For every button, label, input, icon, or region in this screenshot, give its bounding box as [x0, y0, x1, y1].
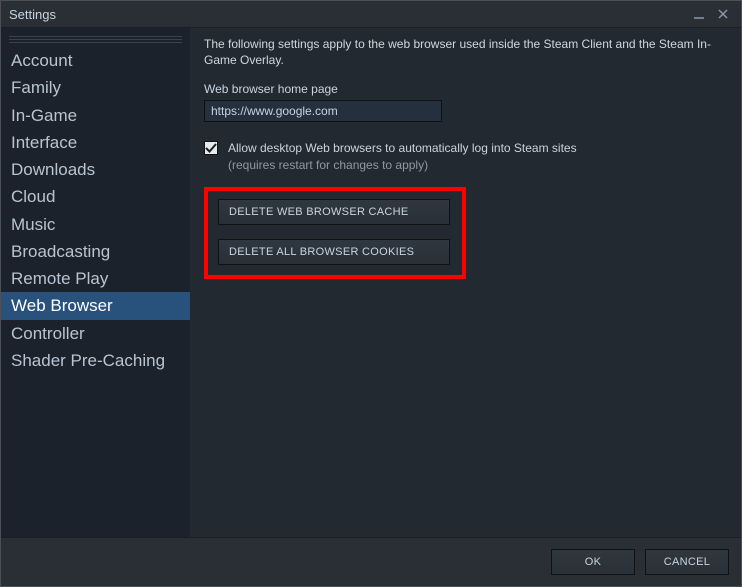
annotation-highlight: DELETE WEB BROWSER CACHE DELETE ALL BROW…: [204, 187, 466, 279]
autologin-checkbox[interactable]: [204, 141, 218, 155]
autologin-sub-text: (requires restart for changes to apply): [228, 158, 428, 172]
sidebar-item-interface[interactable]: Interface: [1, 129, 190, 156]
dialog-footer: OK CANCEL: [1, 538, 741, 586]
sidebar-item-account[interactable]: Account: [1, 47, 190, 74]
settings-sidebar: Account Family In-Game Interface Downloa…: [1, 28, 190, 537]
sidebar-item-label: Music: [11, 215, 55, 234]
sidebar-item-cloud[interactable]: Cloud: [1, 183, 190, 210]
sidebar-item-in-game[interactable]: In-Game: [1, 102, 190, 129]
sidebar-item-label: Interface: [11, 133, 77, 152]
sidebar-item-remote-play[interactable]: Remote Play: [1, 265, 190, 292]
sidebar-item-music[interactable]: Music: [1, 211, 190, 238]
sidebar-item-label: Controller: [11, 324, 85, 343]
sidebar-item-label: Account: [11, 51, 72, 70]
autologin-main-text: Allow desktop Web browsers to automatica…: [228, 141, 577, 155]
sidebar-item-label: Remote Play: [11, 269, 108, 288]
minimize-button[interactable]: [689, 4, 709, 24]
sidebar-item-label: In-Game: [11, 106, 77, 125]
close-button[interactable]: [713, 4, 733, 24]
delete-cookies-button[interactable]: DELETE ALL BROWSER COOKIES: [218, 239, 450, 265]
sidebar-item-label: Cloud: [11, 187, 55, 206]
delete-cache-button[interactable]: DELETE WEB BROWSER CACHE: [218, 199, 450, 225]
titlebar: Settings: [1, 1, 741, 27]
sidebar-item-label: Web Browser: [11, 296, 113, 315]
settings-content: The following settings apply to the web …: [190, 28, 741, 537]
section-description: The following settings apply to the web …: [204, 36, 727, 68]
sidebar-item-label: Shader Pre-Caching: [11, 351, 165, 370]
button-label: DELETE WEB BROWSER CACHE: [229, 206, 409, 218]
sidebar-item-controller[interactable]: Controller: [1, 320, 190, 347]
button-label: CANCEL: [664, 556, 710, 568]
sidebar-item-web-browser[interactable]: Web Browser: [1, 292, 190, 319]
homepage-input[interactable]: [204, 100, 442, 122]
button-label: OK: [585, 556, 602, 568]
ok-button[interactable]: OK: [551, 549, 635, 575]
sidebar-item-shader-pre-caching[interactable]: Shader Pre-Caching: [1, 347, 190, 374]
homepage-label: Web browser home page: [204, 82, 727, 96]
settings-window: Settings Account Family In-Game Interfac…: [0, 0, 742, 587]
sidebar-item-downloads[interactable]: Downloads: [1, 156, 190, 183]
sidebar-item-broadcasting[interactable]: Broadcasting: [1, 238, 190, 265]
sidebar-item-family[interactable]: Family: [1, 74, 190, 101]
window-title: Settings: [9, 7, 56, 22]
autologin-label: Allow desktop Web browsers to automatica…: [228, 140, 577, 172]
button-label: DELETE ALL BROWSER COOKIES: [229, 246, 414, 258]
sidebar-grip: [9, 36, 182, 43]
sidebar-item-label: Downloads: [11, 160, 95, 179]
cancel-button[interactable]: CANCEL: [645, 549, 729, 575]
sidebar-item-label: Family: [11, 78, 61, 97]
sidebar-item-label: Broadcasting: [11, 242, 110, 261]
